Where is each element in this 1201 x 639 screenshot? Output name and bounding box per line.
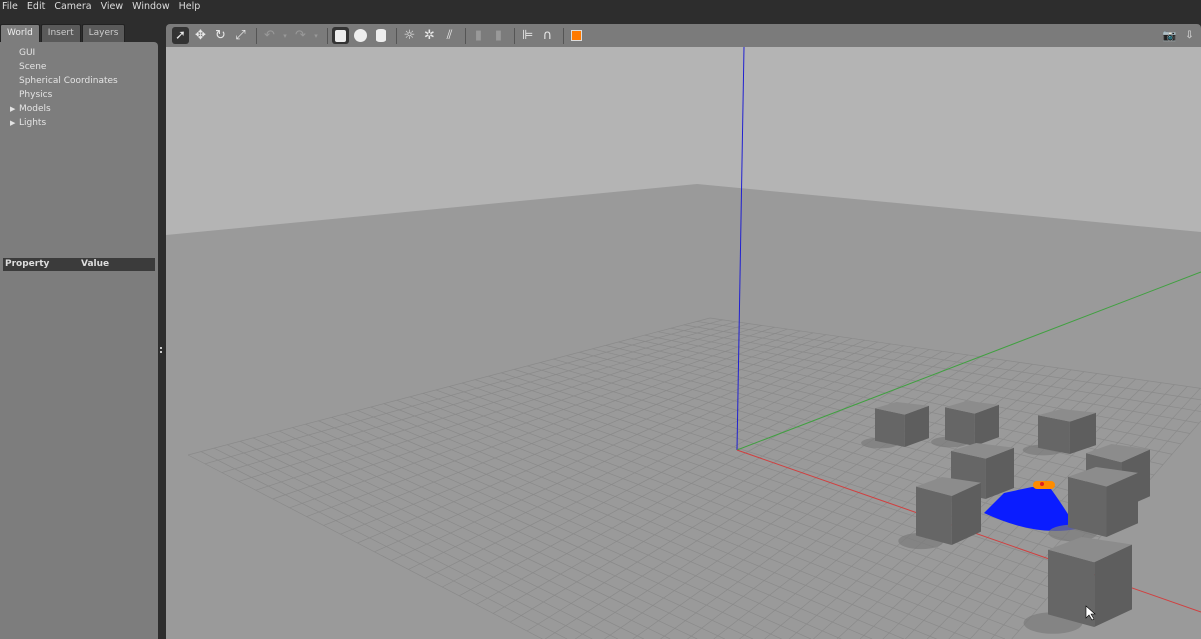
log-icon[interactable]: ⇩ (1181, 27, 1198, 44)
spot-light-icon[interactable]: ✲ (421, 27, 438, 44)
undo-icon[interactable]: ↶ (261, 27, 278, 44)
tree-item-label: GUI (19, 48, 36, 58)
toolbar: ➚ ✥ ↻ ⤢ ↶ ▾ ↷ ▾ ☼ ✲ ⫽ ▮ ▮ ⊫ ∩ 📷 ⇩ (166, 24, 1201, 47)
rotate-icon[interactable]: ↻ (212, 27, 229, 44)
menu-help[interactable]: Help (179, 1, 201, 16)
3d-viewport[interactable] (166, 47, 1201, 639)
tree-item-label: Models (19, 104, 51, 114)
select-arrow-icon[interactable]: ➚ (172, 27, 189, 44)
tree-item-label: Scene (19, 62, 47, 72)
point-light-icon[interactable]: ☼ (401, 27, 418, 44)
menu-file[interactable]: File (2, 1, 18, 16)
property-column: Property (5, 259, 50, 269)
robot-sensor (1033, 481, 1055, 489)
undo-dropdown-icon[interactable]: ▾ (281, 27, 289, 44)
box-face (945, 407, 975, 446)
tab-layers[interactable]: Layers (81, 24, 126, 43)
paste-icon[interactable]: ▮ (490, 27, 507, 44)
menu-window[interactable]: Window (132, 1, 169, 16)
tree-item-label: Spherical Coordinates (19, 76, 118, 86)
menu-edit[interactable]: Edit (27, 1, 45, 16)
menu-bar: File Edit Camera View Window Help (0, 0, 1201, 16)
tree-item-label: Lights (19, 118, 47, 128)
view-angle-icon[interactable] (568, 27, 585, 44)
redo-dropdown-icon[interactable]: ▾ (312, 27, 320, 44)
cylinder-icon[interactable] (372, 27, 389, 44)
expand-arrow-icon[interactable]: ▶ (10, 102, 15, 116)
tab-insert[interactable]: Insert (40, 24, 81, 43)
robot-sensor-dot (1040, 482, 1044, 486)
directional-light-icon[interactable]: ⫽ (441, 27, 458, 44)
value-column: Value (81, 259, 110, 269)
translate-icon[interactable]: ✥ (192, 27, 209, 44)
box-face (916, 486, 952, 545)
copy-icon[interactable]: ▮ (470, 27, 487, 44)
tree-item-label: Physics (19, 90, 53, 100)
scale-icon[interactable]: ⤢ (232, 27, 249, 44)
box-icon[interactable] (332, 27, 349, 44)
menu-view[interactable]: View (101, 1, 124, 16)
align-icon[interactable]: ⊫ (519, 27, 536, 44)
panel-splitter[interactable] (158, 42, 166, 639)
screenshot-icon[interactable]: 📷 (1161, 27, 1178, 44)
tab-world[interactable]: World (0, 24, 40, 43)
snap-icon[interactable]: ∩ (539, 27, 556, 44)
tree-item-gui[interactable]: GUI (0, 46, 158, 60)
sphere-icon[interactable] (352, 27, 369, 44)
tree-item-spherical-coordinates[interactable]: Spherical Coordinates (0, 74, 158, 88)
tree-item-scene[interactable]: Scene (0, 60, 158, 74)
world-tree: GUI Scene Spherical Coordinates Physics … (0, 42, 158, 639)
expand-arrow-icon[interactable]: ▶ (10, 116, 15, 130)
tree-item-physics[interactable]: Physics (0, 88, 158, 102)
tree-item-models[interactable]: ▶ Models (0, 102, 158, 116)
box-face (1038, 415, 1070, 454)
redo-icon[interactable]: ↷ (292, 27, 309, 44)
property-table-header: Property Value (3, 258, 155, 271)
tree-item-lights[interactable]: ▶ Lights (0, 116, 158, 130)
box-face (1068, 476, 1107, 537)
left-panel: World Insert Layers GUI Scene Spherical … (0, 24, 160, 639)
menu-camera[interactable]: Camera (54, 1, 91, 16)
box-face (875, 408, 905, 447)
